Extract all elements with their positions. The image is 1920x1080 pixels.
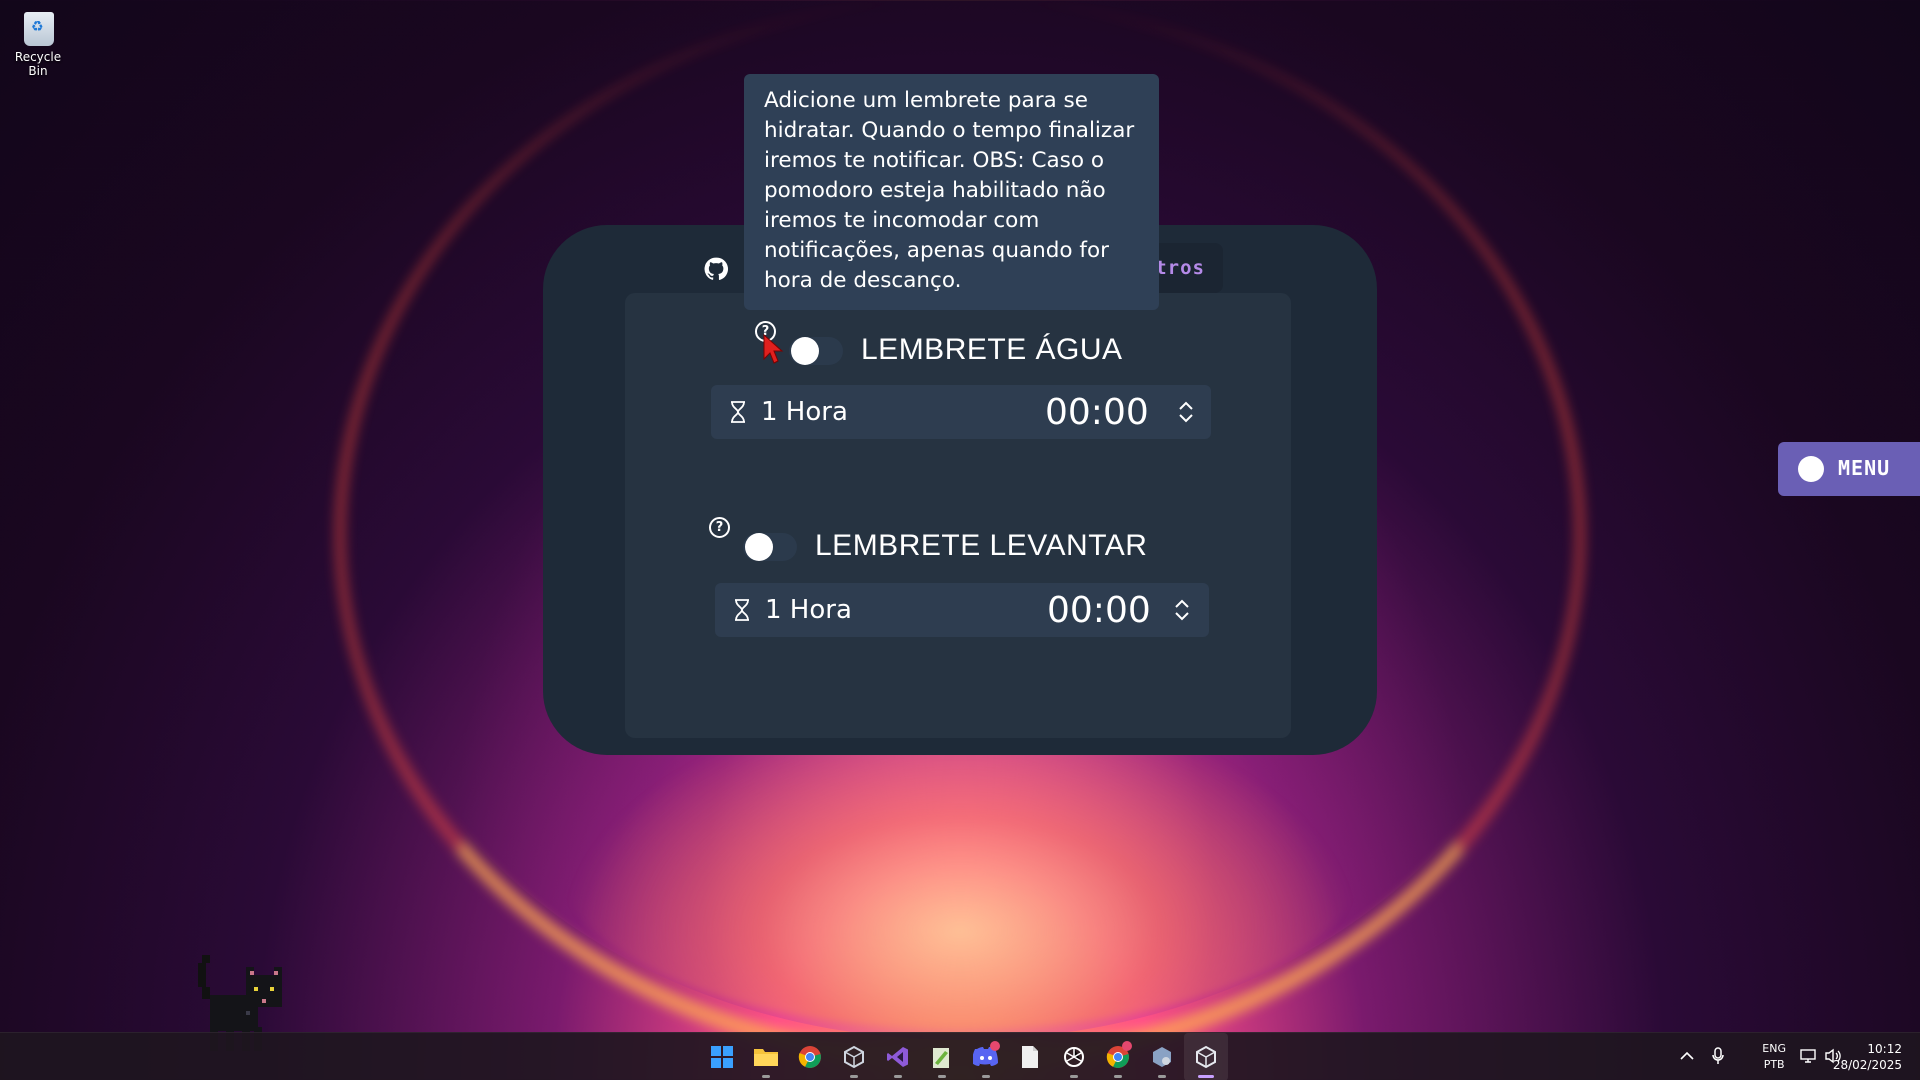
spinner-arrows-icon[interactable]: [1177, 400, 1195, 424]
app-cube-icon: [844, 1045, 864, 1069]
water-reminder-timer[interactable]: 1 Hora 00:00: [711, 385, 1211, 439]
water-time: 00:00: [1045, 391, 1149, 433]
menu-dot-icon: [1798, 456, 1824, 482]
taskbar-settings-cube[interactable]: [1140, 1033, 1184, 1080]
help-tooltip: Adicione um lembrete para se hidratar. Q…: [744, 74, 1159, 310]
toggle-knob: [745, 533, 773, 561]
notification-badge: [1122, 1041, 1132, 1051]
taskbar: ENG PTB 10:12 28/02/2025: [0, 1032, 1920, 1080]
lang-bottom: PTB: [1763, 1058, 1785, 1071]
stand-reminder-title: LEMBRETE LEVANTAR: [815, 529, 1148, 562]
toggle-knob: [791, 337, 819, 365]
notification-badge: [990, 1041, 1000, 1051]
network-icon[interactable]: [1800, 1048, 1818, 1064]
menu-label: MENU: [1838, 456, 1891, 480]
taskbar-visual-studio[interactable]: [876, 1033, 920, 1080]
clock-time: 10:12: [1867, 1042, 1902, 1056]
stand-reminder-timer[interactable]: 1 Hora 00:00: [715, 583, 1209, 637]
file-icon: [1022, 1046, 1038, 1068]
taskbar-file-explorer[interactable]: [744, 1033, 788, 1080]
taskbar-chrome[interactable]: [788, 1033, 832, 1080]
taskbar-discord[interactable]: [964, 1033, 1008, 1080]
recycle-bin-icon: ♻: [20, 6, 56, 46]
file-explorer-icon: [754, 1049, 778, 1066]
taskbar-apps: [700, 1033, 1228, 1080]
taskbar-chrome-profile[interactable]: [1096, 1033, 1140, 1080]
taskbar-active-app[interactable]: [1184, 1033, 1228, 1080]
clock-date: 28/02/2025: [1832, 1058, 1902, 1072]
taskbar-chatgpt[interactable]: [1052, 1033, 1096, 1080]
hourglass-icon: [735, 599, 749, 621]
recycle-bin-shortcut[interactable]: ♻ Recycle Bin: [4, 6, 72, 78]
clock[interactable]: 10:12 28/02/2025: [1833, 1041, 1902, 1073]
stand-reminder-toggle[interactable]: [743, 533, 797, 561]
chrome-icon: [798, 1046, 821, 1068]
water-reminder-title: LEMBRETE ÁGUA: [861, 333, 1123, 366]
hourglass-icon: [731, 401, 745, 423]
water-duration: 1 Hora: [761, 397, 848, 427]
help-icon[interactable]: ?: [709, 517, 730, 538]
language-indicator[interactable]: ENG PTB: [1762, 1041, 1786, 1073]
recycle-bin-label: Recycle Bin: [14, 50, 62, 78]
taskbar-notepad-plus[interactable]: [920, 1033, 964, 1080]
water-reminder-toggle[interactable]: [789, 337, 843, 365]
reminders-content: ? LEMBRETE ÁGUA 1 Hora 00:00 ? LEMBRETE …: [625, 293, 1291, 738]
chatgpt-icon: [1064, 1047, 1084, 1067]
taskbar-file[interactable]: [1008, 1033, 1052, 1080]
windows-start-icon: [711, 1046, 733, 1068]
taskbar-app-cube[interactable]: [832, 1033, 876, 1080]
lang-top: ENG: [1762, 1042, 1786, 1055]
notepad-plus-icon: [933, 1048, 949, 1068]
menu-button[interactable]: MENU: [1778, 442, 1920, 496]
spinner-arrows-icon[interactable]: [1173, 598, 1191, 622]
stand-time: 00:00: [1047, 589, 1151, 631]
visual-studio-icon: [887, 1047, 908, 1067]
microphone-icon[interactable]: [1712, 1047, 1724, 1065]
system-tray: ENG PTB 10:12 28/02/2025: [1660, 1033, 1920, 1080]
active-app-icon: [1196, 1045, 1216, 1069]
github-icon[interactable]: [703, 256, 729, 282]
start-button[interactable]: [700, 1033, 744, 1080]
settings-cube-icon: [1153, 1047, 1171, 1067]
mouse-pointer-icon: [763, 333, 784, 364]
chevron-up-icon[interactable]: [1680, 1051, 1694, 1061]
stand-duration: 1 Hora: [765, 595, 852, 625]
